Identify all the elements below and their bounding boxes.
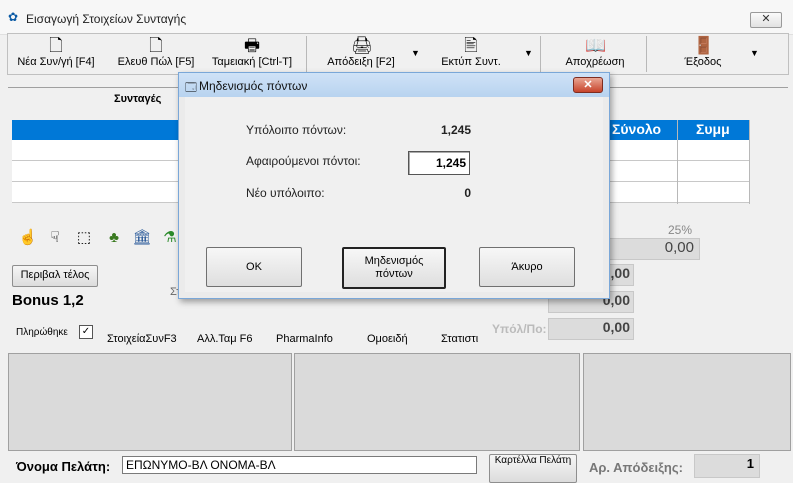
- toolbar-separator: [540, 36, 541, 72]
- window-title: Εισαγωγή Στοιχείων Συνταγής: [26, 12, 187, 26]
- dialog-title-bar: 🗔 Μηδενισμός πόντων ✕: [179, 73, 609, 97]
- info-pane-middle: [294, 353, 580, 451]
- document-icon: 🗋: [149, 36, 163, 55]
- users-icon[interactable]: ♣: [104, 228, 124, 248]
- remaining-points-value: 1,245: [440, 123, 471, 137]
- zero-points-label: Μηδενισμός πόντων: [364, 255, 424, 280]
- tab-similar[interactable]: Ομοειδή: [367, 333, 408, 345]
- receipt-button[interactable]: 🖨 Απόδειξη [F2]: [313, 34, 409, 72]
- remaining-label: Υπόλ/Πο:: [492, 322, 547, 336]
- print-prescription-button[interactable]: 🖹 Εκτύπ Συντ.: [423, 34, 519, 72]
- exit-button[interactable]: 🚪 Έξοδος: [653, 34, 753, 72]
- zero-points-button[interactable]: Μηδενισμός πόντων: [342, 247, 446, 289]
- dialog-close-button[interactable]: ✕: [573, 77, 603, 93]
- customer-name-input[interactable]: [122, 456, 477, 474]
- cash-register-button[interactable]: 🖶 Ταμειακή [Ctrl-T]: [204, 34, 300, 72]
- tab-prescriptions[interactable]: Συνταγές: [114, 93, 161, 105]
- customer-card-label: Καρτέλλα Πελάτη: [494, 455, 572, 466]
- zero-points-dialog: 🗔 Μηδενισμός πόντων ✕ Υπόλοιπο πόντων: 1…: [178, 72, 610, 299]
- exit-dropdown-arrow[interactable]: ▼: [750, 48, 760, 58]
- customer-label: Όνομα Πελάτη:: [16, 459, 111, 474]
- info-pane-right: [583, 353, 791, 451]
- dialog-app-icon: 🗔: [185, 82, 197, 94]
- flask-icon[interactable]: ⚗: [160, 228, 180, 248]
- window-title-bar: ✿ Εισαγωγή Στοιχείων Συνταγής ✕: [0, 0, 793, 35]
- grid-header-total: Σύνολο: [612, 121, 662, 137]
- tab-prescription-data[interactable]: ΣτοιχείαΣυνF3: [107, 333, 177, 345]
- book-icon: 📖: [585, 36, 607, 55]
- hand-down-icon[interactable]: ☟: [45, 228, 65, 248]
- toolbar-separator: [646, 36, 647, 72]
- printer-icon: 🖨: [351, 36, 373, 55]
- selection-rectangle-icon[interactable]: ⬚: [74, 228, 94, 248]
- print-dropdown-arrow[interactable]: ▼: [524, 48, 534, 58]
- receipt-dropdown-arrow[interactable]: ▼: [411, 48, 421, 58]
- new-balance-label: Νέο υπόλοιπο:: [246, 186, 325, 200]
- paid-checkbox[interactable]: ✓: [79, 325, 93, 339]
- app-icon: ✿: [8, 10, 19, 24]
- new-prescription-button[interactable]: 🗋 Νέα Συν/γή [F4]: [8, 34, 104, 72]
- window-close-button[interactable]: ✕: [750, 12, 782, 28]
- tab-statistics[interactable]: Στατιστι: [441, 333, 478, 345]
- free-sale-button[interactable]: 🗋 Ελευθ Πώλ [F5]: [108, 34, 204, 72]
- total-value-3: 0,00: [602, 319, 630, 335]
- percent-label: 25%: [668, 223, 693, 237]
- tab-other-cash[interactable]: Αλλ.Ταμ F6: [197, 333, 253, 345]
- cash-register-icon: 🖶: [243, 36, 261, 55]
- bonus-label: Bonus 1,2: [12, 292, 84, 309]
- cancel-button[interactable]: Άκυρο: [479, 247, 575, 287]
- grid-column-divider: [677, 120, 678, 204]
- receipt-number-value: 1: [746, 456, 754, 471]
- receipt-number-label: Αρ. Απόδειξης:: [589, 460, 683, 475]
- dialog-body: Υπόλοιπο πόντων: 1,245 Αφαιρούμενοι πόντ…: [185, 97, 603, 292]
- customer-card-button[interactable]: Καρτέλλα Πελάτη: [489, 454, 577, 483]
- tab-pharmainfo[interactable]: PharmaInfo: [276, 333, 333, 345]
- toolbar-separator: [306, 36, 307, 72]
- new-balance-value: 0: [464, 186, 471, 200]
- discharge-button[interactable]: 📖 Αποχρέωση: [548, 34, 642, 72]
- paid-label: Πληρώθηκε: [16, 327, 68, 338]
- ok-button[interactable]: OK: [206, 247, 302, 287]
- fee-button[interactable]: Περιβαλ τέλος: [12, 265, 98, 287]
- grid-header-share: Συμμ: [696, 121, 730, 137]
- print-prescription-icon: 🖹: [464, 36, 478, 55]
- deducted-points-label: Αφαιρούμενοι πόντοι:: [246, 154, 361, 168]
- deducted-points-input[interactable]: [408, 151, 470, 175]
- building-icon[interactable]: 🏛: [132, 228, 152, 248]
- grid-column-divider: [749, 120, 750, 204]
- exit-door-icon: 🚪: [693, 36, 715, 55]
- dialog-title: Μηδενισμός πόντων: [199, 79, 308, 93]
- toolbar: 🗋 Νέα Συν/γή [F4] 🗋 Ελευθ Πώλ [F5] 🖶 Ταμ…: [7, 33, 789, 75]
- value-top: 0,00: [664, 239, 694, 256]
- hand-pointer-icon[interactable]: ☝: [18, 228, 38, 248]
- remaining-points-label: Υπόλοιπο πόντων:: [246, 123, 347, 137]
- info-pane-left: [8, 353, 292, 451]
- new-document-icon: 🗋: [49, 36, 63, 55]
